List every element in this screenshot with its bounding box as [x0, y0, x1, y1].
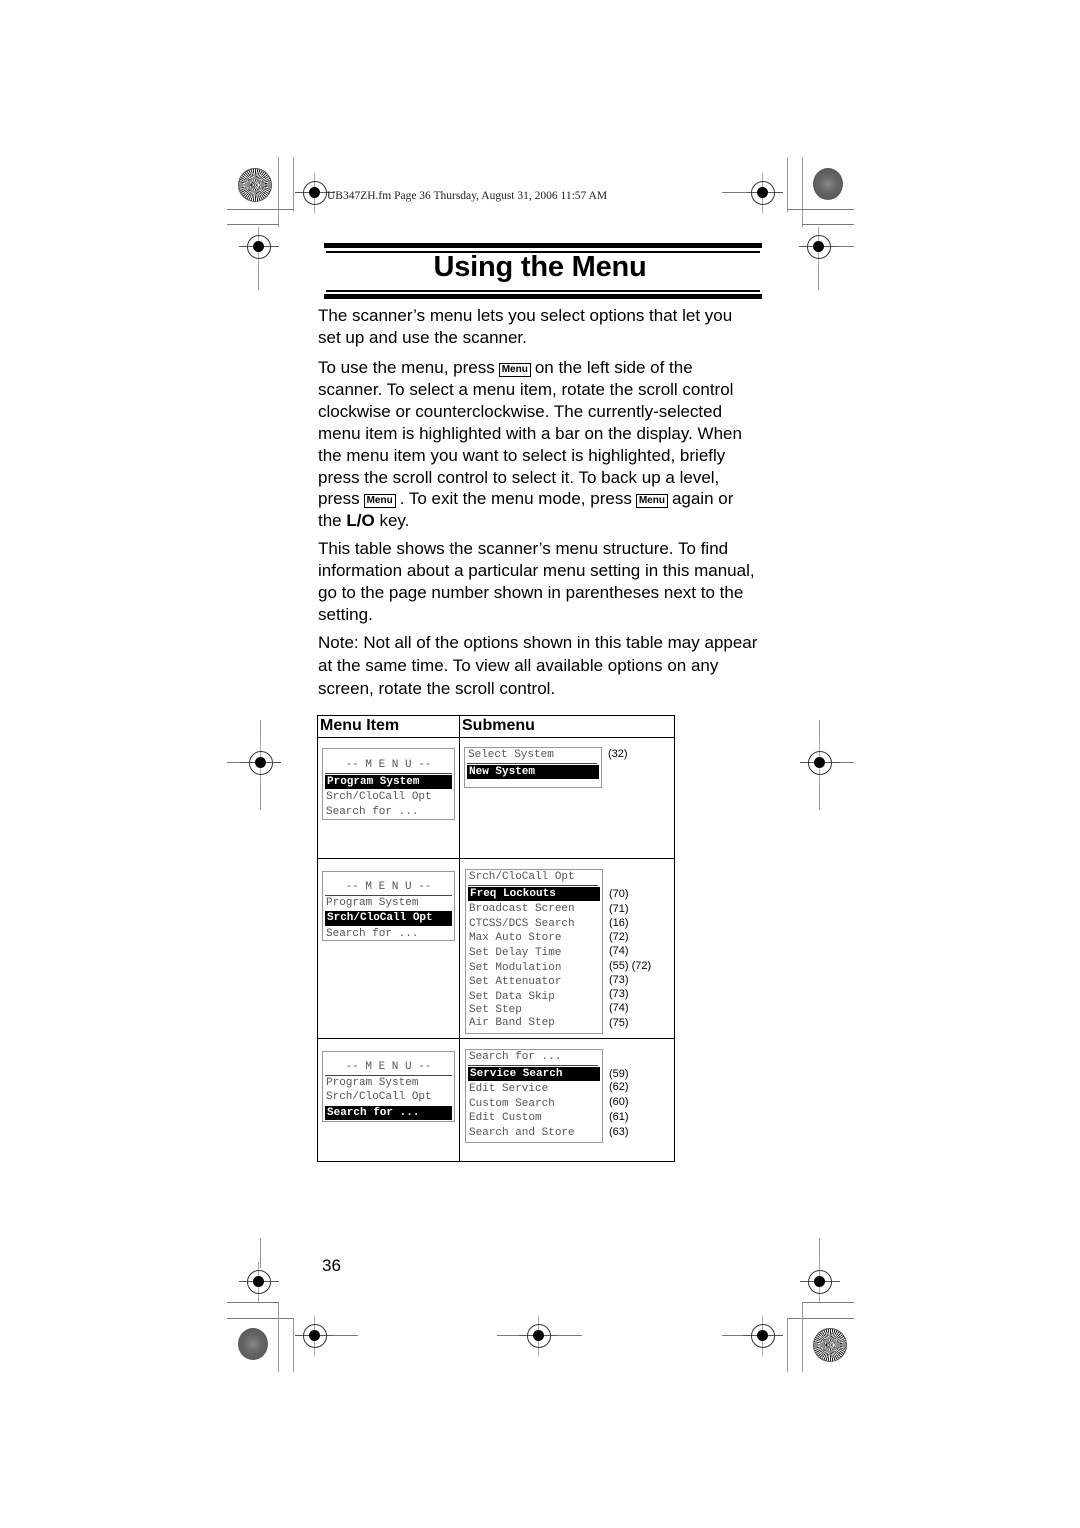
intro-text: The scanner’s menu lets you select optio… [318, 306, 733, 347]
menu-display-title: -- M E N U -- [325, 1060, 452, 1076]
submenu-display-title: Srch/CloCall Opt [468, 870, 598, 886]
submenu-option[interactable]: Set Delay Time [466, 946, 602, 961]
menu-option[interactable]: Program System [323, 896, 454, 911]
menu-display-title: -- M E N U -- [325, 880, 452, 896]
crosshair-mark-icon [800, 743, 840, 783]
crosshair-mark-icon [239, 227, 279, 267]
submenu-option[interactable]: Air Band Step [466, 1016, 602, 1031]
crosshair-mark-icon [743, 1316, 783, 1356]
usage-text-1: To use the menu, press [318, 358, 495, 377]
menu-option-selected[interactable]: Search for ... [325, 1105, 452, 1121]
submenu-option[interactable]: Set Step [466, 1004, 602, 1016]
menu-option-selected[interactable]: Srch/CloCall Opt [325, 911, 452, 926]
page-ref: (74) [609, 945, 629, 957]
submenu-display: Search for ... Service Search Edit Servi… [465, 1049, 603, 1143]
submenu-option[interactable]: Set Modulation [466, 961, 602, 976]
lo-key-label: L/O [346, 511, 375, 531]
page-ref: (55) (72) [609, 960, 652, 972]
title-rule-bottom [324, 294, 762, 299]
menu-key-icon: Menu [498, 363, 531, 377]
gray-target-mark-icon [238, 1328, 268, 1360]
menu-key-icon: Menu [635, 494, 668, 509]
page-ref: (60) [609, 1096, 629, 1108]
submenu-option[interactable]: Edit Custom [466, 1111, 602, 1126]
submenu-option[interactable]: Edit Service [466, 1082, 602, 1097]
page-ref: (73) [609, 988, 629, 1000]
table-intro-paragraph: This table shows the scanner’s menu stru… [318, 538, 758, 626]
starburst-mark-icon [238, 168, 272, 202]
submenu-option[interactable]: Set Attenuator [466, 975, 602, 990]
usage-paragraph: To use the menu, press Menu on the left si… [318, 357, 758, 532]
print-header: UB347ZH.fm Page 36 Thursday, August 31, … [327, 190, 608, 202]
submenu-display: Select System New System [464, 747, 602, 788]
menu-display: -- M E N U -- Program System Srch/CloCal… [322, 871, 455, 941]
page-ref: (73) [609, 974, 629, 986]
header-submenu: Submenu [462, 717, 535, 734]
usage-text-2: on the left side of the scanner. To sele… [318, 358, 742, 509]
submenu-display-title: Select System [467, 748, 597, 764]
crosshair-mark-icon [295, 1316, 335, 1356]
intro-paragraph: The scanner’s menu lets you select optio… [318, 305, 758, 349]
menu-option-selected[interactable]: Program System [325, 774, 452, 790]
submenu-option[interactable]: Max Auto Store [466, 931, 602, 946]
submenu-option[interactable]: CTCSS/DCS Search [466, 917, 602, 932]
crosshair-mark-icon [239, 1262, 279, 1302]
submenu-option-selected[interactable]: Service Search [468, 1066, 600, 1082]
page-ref: (72) [609, 931, 629, 943]
note-paragraph: Note: Not all of the options shown in th… [318, 632, 758, 700]
usage-text-3: . To exit the menu mode, press [399, 489, 632, 509]
page-ref: (75) [609, 1017, 629, 1029]
page-ref: (16) [609, 917, 629, 929]
starburst-mark-icon [813, 1328, 847, 1362]
note-text: Note: Not all of the options shown in th… [318, 633, 758, 698]
crosshair-mark-icon [743, 173, 783, 213]
title-rule-top [324, 243, 762, 248]
crosshair-mark-icon [519, 1316, 559, 1356]
menu-key-icon: Menu [363, 494, 396, 509]
submenu-option-selected[interactable]: Freq Lockouts [468, 886, 600, 902]
page-ref: (63) [609, 1126, 629, 1138]
submenu-option[interactable]: Custom Search [466, 1097, 602, 1112]
page-ref: (70) [609, 888, 629, 900]
submenu-option[interactable]: Set Data Skip [466, 990, 602, 1005]
page-ref: (71) [609, 903, 629, 915]
page-ref: (32) [608, 748, 628, 760]
menu-option[interactable]: Srch/CloCall Opt [323, 790, 454, 805]
submenu-option[interactable]: Search and Store [466, 1126, 602, 1141]
submenu-display: Srch/CloCall Opt Freq Lockouts Broadcast… [465, 869, 603, 1034]
page-ref: (62) [609, 1081, 629, 1093]
crosshair-mark-icon [799, 227, 839, 267]
table-intro-text: This table shows the scanner’s menu stru… [318, 539, 755, 624]
menu-structure-table: Menu Item Submenu -- M E N U -- Program … [317, 715, 675, 1162]
menu-option[interactable]: Srch/CloCall Opt [323, 1090, 454, 1105]
menu-display: -- M E N U -- Program System Srch/CloCal… [322, 1051, 455, 1122]
page-title: Using the Menu [433, 251, 647, 283]
page-ref: (74) [609, 1002, 629, 1014]
page-number: 36 [322, 1256, 341, 1275]
page-ref: (61) [609, 1111, 629, 1123]
menu-option[interactable]: Program System [323, 1076, 454, 1091]
menu-option[interactable]: Search for ... [323, 927, 454, 942]
menu-display-title: -- M E N U -- [325, 758, 452, 774]
gray-target-mark-icon [813, 168, 843, 200]
submenu-option[interactable]: Broadcast Screen [466, 902, 602, 917]
title-rule-bottom-thin [326, 290, 760, 292]
usage-text-5: key. [379, 511, 410, 531]
header-menu-item: Menu Item [320, 717, 400, 734]
crosshair-mark-icon [800, 1262, 840, 1302]
crosshair-mark-icon [241, 743, 281, 783]
menu-display: -- M E N U -- Program System Srch/CloCal… [322, 748, 455, 820]
submenu-option-selected[interactable]: New System [467, 764, 599, 780]
menu-option[interactable]: Search for ... [323, 805, 454, 820]
submenu-display-title: Search for ... [468, 1050, 598, 1066]
